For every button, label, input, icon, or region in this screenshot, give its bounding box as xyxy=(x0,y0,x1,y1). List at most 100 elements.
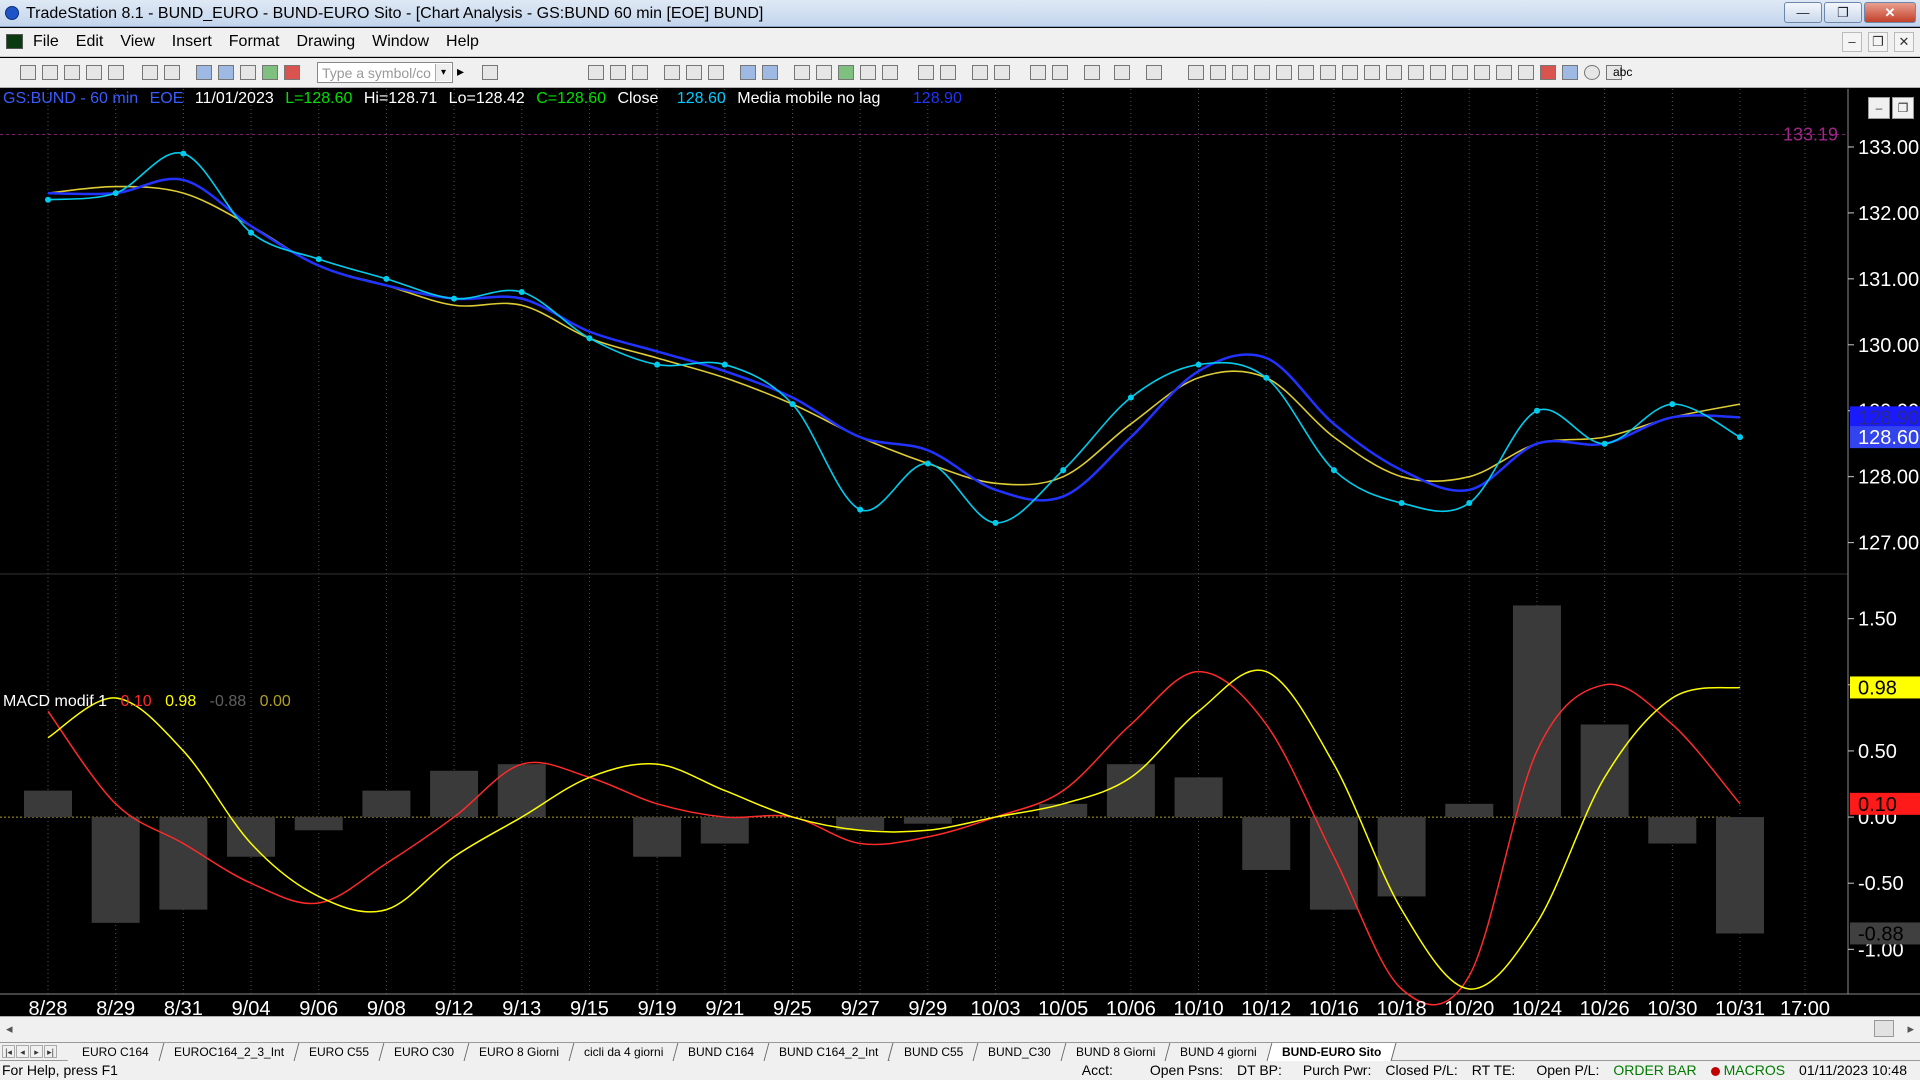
sheet-tab[interactable]: BUND_C30 xyxy=(973,1043,1067,1061)
print-preview-icon[interactable] xyxy=(142,65,158,80)
pane-restore-button[interactable]: ❐ xyxy=(1892,97,1914,119)
zoom-in-icon[interactable] xyxy=(972,65,988,80)
expand-icon[interactable] xyxy=(940,65,956,80)
sheet-tab[interactable]: BUND C164 xyxy=(673,1043,770,1061)
cycle-lines-icon[interactable] xyxy=(1452,65,1468,80)
menu-edit[interactable]: Edit xyxy=(76,33,113,51)
pencil-icon[interactable] xyxy=(1474,65,1490,80)
tab-last-icon[interactable]: ▸| xyxy=(44,1045,57,1058)
bar-icon[interactable] xyxy=(882,65,898,80)
horizontal-lines-icon[interactable] xyxy=(1232,65,1248,80)
quadrant-icon[interactable] xyxy=(1386,65,1402,80)
chart-type-icon[interactable] xyxy=(838,65,854,80)
hide-icon[interactable] xyxy=(1146,65,1162,80)
sheet-tab[interactable]: EURO 8 Giorni xyxy=(464,1043,575,1061)
tab-prev-icon[interactable]: ◂ xyxy=(16,1045,29,1058)
sheet-tab[interactable]: BUND 4 giorni xyxy=(1165,1043,1273,1061)
radar-icon[interactable] xyxy=(794,65,810,80)
refresh-icon[interactable] xyxy=(708,65,724,80)
scroll-thumb[interactable] xyxy=(1874,1020,1894,1037)
candle-icon[interactable] xyxy=(860,65,876,80)
sheet-tab[interactable]: BUND-EURO Sito xyxy=(1267,1043,1397,1061)
bar-chart2-icon[interactable] xyxy=(610,65,626,80)
indicators-icon[interactable] xyxy=(664,65,680,80)
horizontal-scrollbar[interactable]: ◂ ▸ xyxy=(0,1016,1920,1042)
menu-format[interactable]: Format xyxy=(229,33,289,51)
tracking-icon[interactable] xyxy=(762,65,778,80)
vertical-lines-icon[interactable] xyxy=(1210,65,1226,80)
macros-button[interactable]: MACROS xyxy=(1704,1062,1792,1078)
open-icon[interactable] xyxy=(42,65,58,80)
symbol-lookup-icon[interactable] xyxy=(482,65,498,80)
tab-next-icon[interactable]: ▸ xyxy=(30,1045,43,1058)
chart-window-icon[interactable] xyxy=(6,34,23,49)
menu-help[interactable]: Help xyxy=(446,33,488,51)
open-workspace-icon[interactable] xyxy=(64,65,80,80)
mdi-restore-button[interactable]: ❐ xyxy=(1868,32,1888,52)
bar-chart-icon[interactable] xyxy=(588,65,604,80)
sheet-tab[interactable]: EURO C164 xyxy=(67,1043,165,1061)
gann-fan-icon[interactable] xyxy=(1342,65,1358,80)
toolbox-icon[interactable] xyxy=(1084,65,1100,80)
parallel-lines-icon[interactable] xyxy=(1430,65,1446,80)
sheet-tab[interactable]: EURO C30 xyxy=(379,1043,470,1061)
mdi-minimize-button[interactable]: – xyxy=(1842,32,1862,52)
symbol-dropdown-icon[interactable]: ▾ xyxy=(435,64,451,81)
menu-insert[interactable]: Insert xyxy=(172,33,221,51)
lock-icon[interactable] xyxy=(240,65,256,80)
close-button[interactable]: ✕ xyxy=(1864,2,1916,23)
maximize-button[interactable]: ❐ xyxy=(1824,2,1862,23)
sheet-tab[interactable]: EUROC164_2_3_Int xyxy=(159,1043,300,1061)
minimize-button[interactable]: — xyxy=(1784,2,1822,23)
data-window-icon[interactable] xyxy=(740,65,756,80)
sheet-tab[interactable]: BUND 8 Giorni xyxy=(1061,1043,1171,1061)
menu-file[interactable]: File xyxy=(33,33,68,51)
up-arrow-icon[interactable] xyxy=(1562,65,1578,80)
speed-lines-icon[interactable] xyxy=(1320,65,1336,80)
indicator-icon[interactable] xyxy=(262,65,278,80)
drawing-objects-icon[interactable] xyxy=(1114,65,1130,80)
save-icon[interactable] xyxy=(108,65,124,80)
strategy-icon[interactable] xyxy=(284,65,300,80)
tab-first-icon[interactable]: |◂ xyxy=(2,1045,15,1058)
new-window-icon[interactable] xyxy=(86,65,102,80)
andrews-pitchfork-icon[interactable] xyxy=(1364,65,1380,80)
go-arrow-icon[interactable]: ▸ xyxy=(457,63,464,80)
sheet-tab[interactable]: BUND C164_2_Int xyxy=(764,1043,895,1061)
menu-view[interactable]: View xyxy=(120,33,163,51)
chart-canvas[interactable]: 133.19 133.00132.00131.00130.00129.00128… xyxy=(0,89,1920,1016)
new-icon[interactable] xyxy=(20,65,36,80)
compress-icon[interactable] xyxy=(918,65,934,80)
channel-icon[interactable] xyxy=(1254,65,1270,80)
strategies-icon[interactable] xyxy=(686,65,702,80)
pointer-icon[interactable] xyxy=(1030,65,1046,80)
format-window-icon[interactable] xyxy=(196,65,212,80)
scroll-right-icon[interactable]: ▸ xyxy=(1907,1021,1914,1037)
ellipse-icon[interactable] xyxy=(1584,65,1600,80)
chart-area[interactable]: 133.19 133.00132.00131.00130.00129.00128… xyxy=(0,89,1920,1026)
distance-icon[interactable] xyxy=(1408,65,1424,80)
down-arrow-icon[interactable] xyxy=(1540,65,1556,80)
brush-icon[interactable] xyxy=(1496,65,1512,80)
fibonacci-fan-icon[interactable] xyxy=(1298,65,1314,80)
pane-minimize-button[interactable]: – xyxy=(1868,97,1890,119)
print-icon[interactable] xyxy=(164,65,180,80)
curve-icon[interactable] xyxy=(1518,65,1534,80)
menu-window[interactable]: Window xyxy=(372,33,438,51)
scroll-track[interactable] xyxy=(22,1022,1872,1036)
mdi-close-button[interactable]: ✕ xyxy=(1894,32,1914,52)
menu-drawing[interactable]: Drawing xyxy=(296,33,364,51)
order-bar-button[interactable]: ORDER BAR xyxy=(1606,1062,1703,1078)
scroll-left-icon[interactable]: ◂ xyxy=(6,1021,13,1037)
crosshair-icon[interactable] xyxy=(1052,65,1068,80)
sheet-tab[interactable]: EURO C55 xyxy=(294,1043,385,1061)
matrix-icon[interactable] xyxy=(816,65,832,80)
text-tool-icon[interactable]: abc xyxy=(1613,65,1632,79)
fibonacci-arc-icon[interactable] xyxy=(1276,65,1292,80)
calendar-icon[interactable] xyxy=(632,65,648,80)
zoom-out-icon[interactable] xyxy=(994,65,1010,80)
sheet-tab[interactable]: BUND C55 xyxy=(889,1043,979,1061)
trendline-icon[interactable] xyxy=(1188,65,1204,80)
format-symbol-icon[interactable] xyxy=(218,65,234,80)
symbol-input[interactable]: Type a symbol/co ▾ xyxy=(317,62,453,83)
